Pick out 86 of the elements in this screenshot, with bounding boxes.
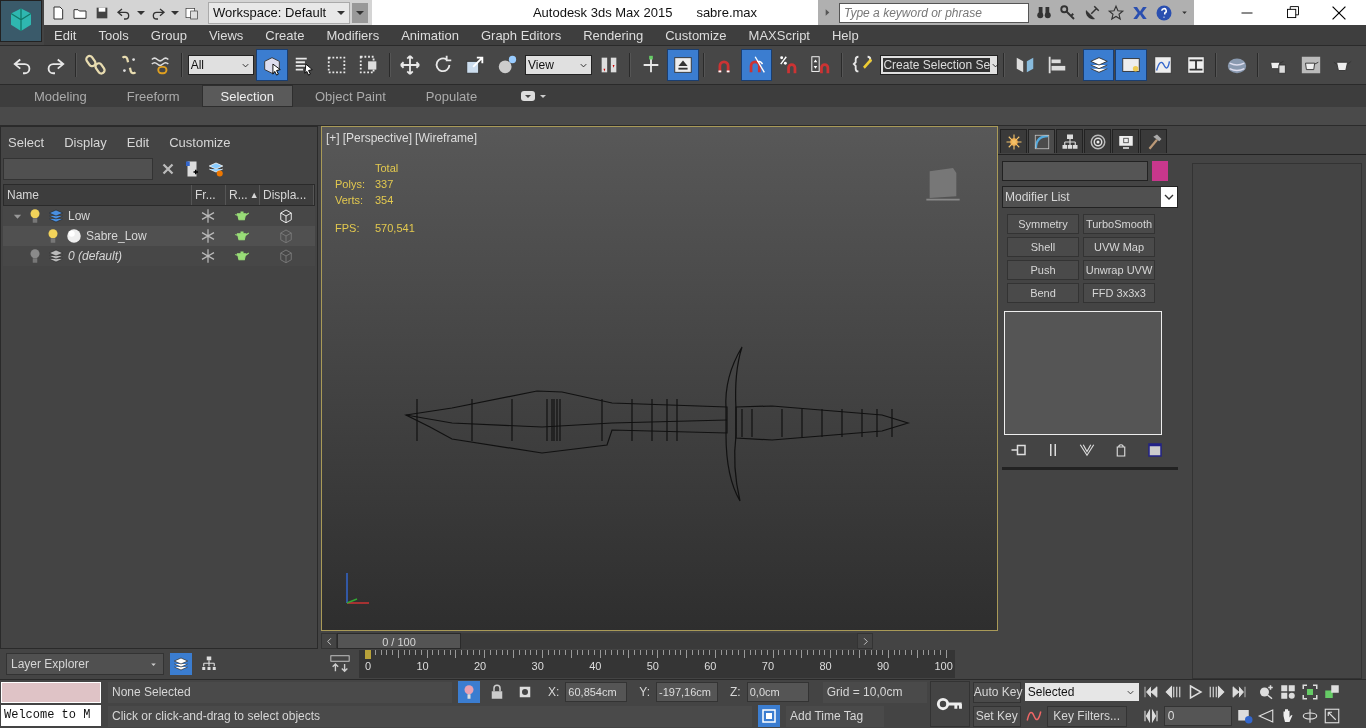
menu-item[interactable]: Create [265,27,305,43]
frame-number: 70 [761,660,775,673]
menu-item[interactable]: Customize [665,27,727,43]
viewport-label[interactable]: [Wireframe] [415,131,478,145]
stat-label: Verts: [335,194,365,206]
menu-item[interactable]: Customize [169,135,231,150]
menu-item[interactable]: Select [8,135,45,150]
toolbar-dropdown[interactable]: Create Selection Se [880,55,999,75]
frame-number: 0 [365,660,372,673]
ribbon-tab[interactable]: Populate [407,85,496,107]
menu-item[interactable]: Animation [401,27,459,43]
modifier-button[interactable]: Bend [1007,283,1079,303]
ribbon-tab[interactable]: Object Paint [297,85,404,107]
perspective-viewport[interactable]: [+] [Perspective] [Wireframe] Total Polys: 337 Verts: 354 FPS: 570,541 [321,126,998,632]
menu-item[interactable]: MAXScript [748,27,810,43]
toolbar-dropdown[interactable]: All [187,55,255,75]
menu-item[interactable]: Display [64,135,107,150]
modifier-button[interactable]: TurboSmooth [1083,214,1155,234]
stat-value: 337 [375,178,395,190]
current-frame-field[interactable]: 0 [1163,706,1232,726]
time-slider-track[interactable]: 0 / 100 [337,633,857,650]
stat-label: FPS: [335,222,361,234]
modifier-button[interactable]: UVW Map [1083,237,1155,257]
modifier-button[interactable]: Symmetry [1007,214,1079,234]
auto-key-button[interactable]: Auto Key [972,681,1021,703]
maxscript-output-field[interactable]: Welcome to M [1,705,101,726]
viewport-label[interactable]: [Perspective] [342,131,413,145]
coordinate-label: Y: [639,685,651,699]
toolbar-dropdown[interactable]: View [525,55,592,75]
viewport-label[interactable]: [+] [326,131,340,145]
workspace-dropdown[interactable]: Workspace: Default [208,1,350,24]
modifier-button[interactable]: Shell [1007,237,1079,257]
menu-item[interactable]: Edit [126,135,150,150]
explorer-dropdown[interactable]: Layer Explorer [6,653,164,675]
menu-item[interactable]: Views [208,27,244,43]
modifier-list-dropdown[interactable]: Modifier List [1002,186,1178,208]
frame-number: 10 [416,660,429,673]
ribbon-tab[interactable]: Modeling [16,85,105,107]
ribbon-tab[interactable]: Selection [201,85,293,107]
menu-item[interactable]: Group [150,27,187,43]
sort-arrow: ▲ [249,190,259,200]
track-bar[interactable]: 0 10 20 30 40 50 60 70 80 90 100 [359,650,955,679]
coordinate-label: X: [548,685,560,699]
frame-number: 40 [589,660,602,673]
modifier-button[interactable]: Unwrap UVW [1083,260,1155,280]
search-field[interactable]: Type a keyword or phrase [839,2,1029,23]
menu-item[interactable]: Graph Editors [480,27,562,43]
tree-item[interactable]: Sabre_Low [86,229,147,243]
frame-number: 20 [474,660,487,673]
stats-header: Total [375,162,400,174]
menu-item[interactable]: Modifiers [326,27,380,43]
time-slider-thumb[interactable]: 0 / 100 [337,633,461,650]
tree-item[interactable]: Low [68,209,90,223]
frame-number: 60 [704,660,717,673]
menu-item[interactable]: Tools [98,27,129,43]
ribbon-tab[interactable]: Freeform [108,85,198,107]
coordinate-field[interactable]: 60,854cm [565,682,628,702]
key-mode-dropdown[interactable]: Selected [1024,683,1139,701]
frame-number: 100 [934,660,953,673]
menu-item[interactable]: Edit [54,27,77,43]
column-header[interactable]: Fr... [192,185,226,205]
coordinate-field[interactable]: -197,16cm [656,682,719,702]
column-header[interactable]: R... ▲ [226,185,260,205]
column-header[interactable]: Name [4,185,192,205]
tree-item[interactable]: 0 (default) [68,249,123,263]
frame-number: 50 [646,660,659,673]
set-key-mode-button[interactable]: Set Key [972,705,1021,727]
menu-item[interactable]: Rendering [583,27,644,43]
window-title: Autodesk 3ds Max 2015 [532,5,673,20]
grid-size: Grid = 10,0cm [822,681,927,703]
file-name: sabre.max [696,5,758,20]
stat-value: 570,541 [375,222,415,234]
column-header[interactable]: Displa... [260,185,314,205]
menu-item[interactable]: Help [832,27,859,43]
selection-status: None Selected [108,681,452,703]
frame-number: 80 [819,660,832,673]
coordinate-label: Z: [730,685,741,699]
modifier-button[interactable]: FFD 3x3x3 [1083,283,1155,303]
frame-number: 90 [876,660,890,673]
modifier-button[interactable]: Push [1007,260,1079,280]
stat-label: Polys: [335,178,366,190]
time-tag[interactable]: Add Time Tag [786,705,884,727]
frame-number: 30 [531,660,544,673]
coordinate-field[interactable]: 0,0cm [746,682,809,702]
key-filters-button[interactable]: Key Filters... [1046,705,1127,727]
stat-value: 354 [375,194,395,206]
